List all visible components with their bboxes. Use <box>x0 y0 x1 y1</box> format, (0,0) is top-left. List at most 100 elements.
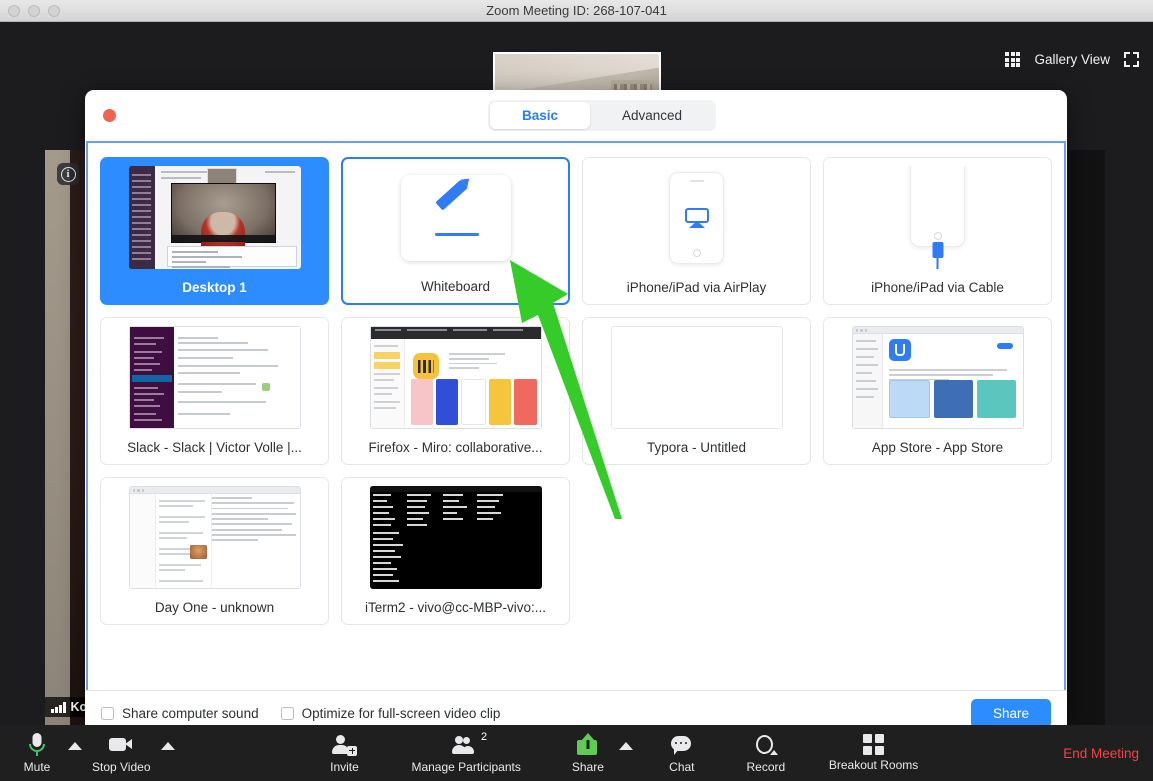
participant-count-badge: 2 <box>481 731 487 743</box>
checkbox-icon[interactable] <box>101 707 114 720</box>
mute-options-caret[interactable] <box>64 742 86 764</box>
toolbar-share-screen[interactable]: Share <box>561 733 615 774</box>
share-tile-whiteboard[interactable]: Whiteboard <box>341 157 570 305</box>
signal-bars-icon <box>51 702 66 713</box>
toolbar-manage-participants[interactable]: 2 Manage Participants <box>405 733 526 774</box>
view-controls: Gallery View <box>1005 52 1139 67</box>
tab-advanced[interactable]: Advanced <box>590 102 714 129</box>
thumbnail-slack <box>129 326 301 429</box>
meeting-toolbar: Mute Stop Video Invite <box>0 725 1153 781</box>
toolbar-label: Manage Participants <box>411 760 520 774</box>
toolbar-label: Stop Video <box>92 760 151 774</box>
airplay-icon <box>685 208 709 228</box>
thumbnail-whiteboard <box>370 166 542 269</box>
share-tile-iterm2[interactable]: iTerm2 - vivo@cc-MBP-vivo:... <box>341 477 570 625</box>
toolbar-label: Mute <box>24 760 51 774</box>
record-icon <box>753 733 779 757</box>
share-target-grid: Desktop 1 Whiteboard <box>100 157 1052 625</box>
dialog-body: Desktop 1 Whiteboard <box>86 141 1066 690</box>
window-titlebar: Zoom Meeting ID: 268-107-041 <box>0 0 1153 22</box>
toolbar-label: Breakout Rooms <box>829 758 918 772</box>
toolbar-label: Chat <box>669 760 694 774</box>
tile-label: Day One - unknown <box>155 600 274 615</box>
terminal-text-art <box>373 494 539 586</box>
share-button[interactable]: Share <box>971 699 1051 728</box>
toolbar-label: Share <box>572 760 604 774</box>
tile-label: Slack - Slack | Victor Volle |... <box>127 440 302 455</box>
share-computer-sound-checkbox[interactable]: Share computer sound <box>101 706 259 721</box>
close-dot-icon[interactable] <box>103 109 116 122</box>
checkbox-label: Share computer sound <box>122 706 259 721</box>
slack-window-art <box>129 326 301 429</box>
share-tile-slack[interactable]: Slack - Slack | Victor Volle |... <box>100 317 329 465</box>
dialog-header: Basic Advanced <box>85 90 1067 141</box>
meeting-view: i Kontrafiktion Gallery View <box>0 22 1153 781</box>
share-screen-dialog: Basic Advanced <box>85 90 1067 735</box>
toolbar-stop-video[interactable]: Stop Video <box>86 733 157 774</box>
toolbar-breakout-rooms[interactable]: Breakout Rooms <box>823 734 924 772</box>
grid-icon[interactable] <box>1005 52 1020 67</box>
tile-label: iPhone/iPad via Cable <box>871 280 1004 295</box>
chevron-up-icon <box>619 742 633 750</box>
checkbox-icon[interactable] <box>281 707 294 720</box>
share-tile-iphone-airplay[interactable]: iPhone/iPad via AirPlay <box>582 157 811 305</box>
thumbnail-dayone <box>129 486 301 589</box>
share-tile-appstore[interactable]: App Store - App Store <box>823 317 1052 465</box>
thumbnail-appstore <box>852 326 1024 429</box>
share-tile-typora[interactable]: Typora - Untitled <box>582 317 811 465</box>
info-button[interactable]: i <box>57 163 79 185</box>
desktop-webcam-art <box>171 183 276 243</box>
toolbar-invite[interactable]: Invite <box>317 733 371 774</box>
video-left-strip <box>45 150 70 725</box>
pen-icon <box>433 197 479 239</box>
cable-icon <box>932 242 943 270</box>
tile-label: iPhone/iPad via AirPlay <box>627 280 767 295</box>
tile-label: Whiteboard <box>421 279 490 294</box>
toolbar-record[interactable]: Record <box>739 733 793 774</box>
tab-basic[interactable]: Basic <box>490 102 590 129</box>
thumbnail-cable <box>852 166 1024 269</box>
chevron-up-icon <box>161 742 175 750</box>
toolbar-mute[interactable]: Mute <box>10 733 64 774</box>
expand-icon[interactable] <box>1124 52 1139 67</box>
microphone-icon <box>24 733 50 757</box>
share-tile-iphone-cable[interactable]: iPhone/iPad via Cable <box>823 157 1052 305</box>
dialog-tabs: Basic Advanced <box>488 100 716 131</box>
video-options-caret[interactable] <box>157 742 179 764</box>
chat-bubble-icon <box>669 733 695 757</box>
chevron-up-icon <box>68 742 82 750</box>
optimize-video-checkbox[interactable]: Optimize for full-screen video clip <box>281 706 501 721</box>
info-icon: i <box>61 167 76 182</box>
people-icon: 2 <box>453 733 479 757</box>
thumbnail-iterm2 <box>370 486 542 589</box>
share-tile-desktop-1[interactable]: Desktop 1 <box>100 157 329 305</box>
firefox-window-art <box>370 326 542 429</box>
appstore-window-art <box>852 326 1024 429</box>
whiteboard-card <box>401 175 511 261</box>
share-tile-firefox[interactable]: Firefox - Miro: collaborative... <box>341 317 570 465</box>
dayone-window-art <box>129 486 301 589</box>
window-title: Zoom Meeting ID: 268-107-041 <box>0 3 1153 18</box>
toolbar-chat[interactable]: Chat <box>655 733 709 774</box>
tile-label: App Store - App Store <box>872 440 1003 455</box>
thumbnail-airplay <box>611 166 783 269</box>
breakout-grid-icon <box>863 734 884 755</box>
share-tile-dayone[interactable]: Day One - unknown <box>100 477 329 625</box>
share-options-caret[interactable] <box>615 742 637 764</box>
checkbox-label: Optimize for full-screen video clip <box>302 706 501 721</box>
tile-label: Typora - Untitled <box>647 440 746 455</box>
tile-label: iTerm2 - vivo@cc-MBP-vivo:... <box>365 600 546 615</box>
tile-label: Firefox - Miro: collaborative... <box>368 440 542 455</box>
desktop-lower-window-art <box>167 246 297 267</box>
app-root: Zoom Meeting ID: 268-107-041 i <box>0 0 1153 781</box>
end-meeting-button[interactable]: End Meeting <box>1063 746 1153 761</box>
video-camera-icon <box>108 733 134 757</box>
share-screen-icon <box>575 733 601 757</box>
thumbnail-firefox <box>370 326 542 429</box>
phone-icon <box>910 166 965 247</box>
typora-blank-page <box>611 326 783 429</box>
toolbar-label: Invite <box>330 760 359 774</box>
thumbnail-typora <box>611 326 783 429</box>
thumbnail-desktop-1 <box>129 166 301 269</box>
gallery-view-button[interactable]: Gallery View <box>1034 52 1110 67</box>
